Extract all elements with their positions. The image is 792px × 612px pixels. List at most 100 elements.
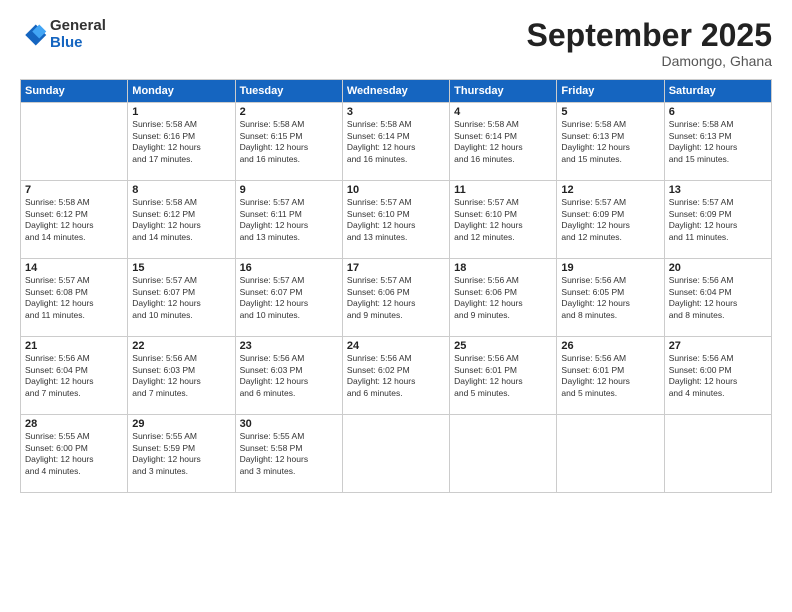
calendar-cell: 12Sunrise: 5:57 AM Sunset: 6:09 PM Dayli… bbox=[557, 181, 664, 259]
calendar-cell: 11Sunrise: 5:57 AM Sunset: 6:10 PM Dayli… bbox=[450, 181, 557, 259]
weekday-header-thursday: Thursday bbox=[450, 80, 557, 103]
calendar-cell: 14Sunrise: 5:57 AM Sunset: 6:08 PM Dayli… bbox=[21, 259, 128, 337]
calendar-cell: 29Sunrise: 5:55 AM Sunset: 5:59 PM Dayli… bbox=[128, 415, 235, 493]
calendar-cell: 26Sunrise: 5:56 AM Sunset: 6:01 PM Dayli… bbox=[557, 337, 664, 415]
calendar-cell: 9Sunrise: 5:57 AM Sunset: 6:11 PM Daylig… bbox=[235, 181, 342, 259]
weekday-header-friday: Friday bbox=[557, 80, 664, 103]
calendar-cell bbox=[21, 103, 128, 181]
day-info: Sunrise: 5:55 AM Sunset: 5:58 PM Dayligh… bbox=[240, 431, 338, 477]
day-info: Sunrise: 5:57 AM Sunset: 6:07 PM Dayligh… bbox=[240, 275, 338, 321]
day-info: Sunrise: 5:58 AM Sunset: 6:12 PM Dayligh… bbox=[132, 197, 230, 243]
weekday-header-wednesday: Wednesday bbox=[342, 80, 449, 103]
day-info: Sunrise: 5:56 AM Sunset: 6:03 PM Dayligh… bbox=[240, 353, 338, 399]
day-info: Sunrise: 5:56 AM Sunset: 6:02 PM Dayligh… bbox=[347, 353, 445, 399]
calendar: SundayMondayTuesdayWednesdayThursdayFrid… bbox=[20, 79, 772, 493]
day-number: 10 bbox=[347, 184, 445, 196]
calendar-cell: 22Sunrise: 5:56 AM Sunset: 6:03 PM Dayli… bbox=[128, 337, 235, 415]
day-info: Sunrise: 5:58 AM Sunset: 6:13 PM Dayligh… bbox=[669, 119, 767, 165]
day-info: Sunrise: 5:56 AM Sunset: 6:05 PM Dayligh… bbox=[561, 275, 659, 321]
calendar-cell: 20Sunrise: 5:56 AM Sunset: 6:04 PM Dayli… bbox=[664, 259, 771, 337]
day-info: Sunrise: 5:55 AM Sunset: 5:59 PM Dayligh… bbox=[132, 431, 230, 477]
day-info: Sunrise: 5:57 AM Sunset: 6:09 PM Dayligh… bbox=[561, 197, 659, 243]
weekday-header-monday: Monday bbox=[128, 80, 235, 103]
day-number: 5 bbox=[561, 106, 659, 118]
calendar-cell: 27Sunrise: 5:56 AM Sunset: 6:00 PM Dayli… bbox=[664, 337, 771, 415]
week-row-3: 14Sunrise: 5:57 AM Sunset: 6:08 PM Dayli… bbox=[21, 259, 772, 337]
calendar-cell: 8Sunrise: 5:58 AM Sunset: 6:12 PM Daylig… bbox=[128, 181, 235, 259]
month-title: September 2025 bbox=[527, 18, 772, 53]
day-number: 12 bbox=[561, 184, 659, 196]
logo-blue-text: Blue bbox=[50, 35, 106, 52]
day-info: Sunrise: 5:56 AM Sunset: 6:04 PM Dayligh… bbox=[669, 275, 767, 321]
day-number: 16 bbox=[240, 262, 338, 274]
day-info: Sunrise: 5:56 AM Sunset: 6:00 PM Dayligh… bbox=[669, 353, 767, 399]
day-number: 15 bbox=[132, 262, 230, 274]
calendar-cell: 3Sunrise: 5:58 AM Sunset: 6:14 PM Daylig… bbox=[342, 103, 449, 181]
day-info: Sunrise: 5:58 AM Sunset: 6:15 PM Dayligh… bbox=[240, 119, 338, 165]
day-number: 27 bbox=[669, 340, 767, 352]
calendar-cell: 6Sunrise: 5:58 AM Sunset: 6:13 PM Daylig… bbox=[664, 103, 771, 181]
calendar-cell: 2Sunrise: 5:58 AM Sunset: 6:15 PM Daylig… bbox=[235, 103, 342, 181]
day-info: Sunrise: 5:57 AM Sunset: 6:08 PM Dayligh… bbox=[25, 275, 123, 321]
location: Damongo, Ghana bbox=[527, 53, 772, 69]
day-number: 14 bbox=[25, 262, 123, 274]
calendar-cell: 1Sunrise: 5:58 AM Sunset: 6:16 PM Daylig… bbox=[128, 103, 235, 181]
calendar-cell: 5Sunrise: 5:58 AM Sunset: 6:13 PM Daylig… bbox=[557, 103, 664, 181]
day-number: 22 bbox=[132, 340, 230, 352]
calendar-cell: 23Sunrise: 5:56 AM Sunset: 6:03 PM Dayli… bbox=[235, 337, 342, 415]
calendar-cell bbox=[342, 415, 449, 493]
day-info: Sunrise: 5:57 AM Sunset: 6:09 PM Dayligh… bbox=[669, 197, 767, 243]
day-number: 21 bbox=[25, 340, 123, 352]
day-info: Sunrise: 5:57 AM Sunset: 6:11 PM Dayligh… bbox=[240, 197, 338, 243]
day-info: Sunrise: 5:58 AM Sunset: 6:12 PM Dayligh… bbox=[25, 197, 123, 243]
day-number: 4 bbox=[454, 106, 552, 118]
calendar-cell: 28Sunrise: 5:55 AM Sunset: 6:00 PM Dayli… bbox=[21, 415, 128, 493]
weekday-header-tuesday: Tuesday bbox=[235, 80, 342, 103]
logo-icon bbox=[20, 21, 48, 49]
week-row-2: 7Sunrise: 5:58 AM Sunset: 6:12 PM Daylig… bbox=[21, 181, 772, 259]
calendar-cell: 25Sunrise: 5:56 AM Sunset: 6:01 PM Dayli… bbox=[450, 337, 557, 415]
day-number: 29 bbox=[132, 418, 230, 430]
week-row-5: 28Sunrise: 5:55 AM Sunset: 6:00 PM Dayli… bbox=[21, 415, 772, 493]
day-info: Sunrise: 5:57 AM Sunset: 6:10 PM Dayligh… bbox=[454, 197, 552, 243]
day-number: 26 bbox=[561, 340, 659, 352]
calendar-cell bbox=[450, 415, 557, 493]
day-info: Sunrise: 5:57 AM Sunset: 6:06 PM Dayligh… bbox=[347, 275, 445, 321]
calendar-cell bbox=[557, 415, 664, 493]
calendar-header: SundayMondayTuesdayWednesdayThursdayFrid… bbox=[21, 80, 772, 103]
day-number: 2 bbox=[240, 106, 338, 118]
day-number: 28 bbox=[25, 418, 123, 430]
day-info: Sunrise: 5:56 AM Sunset: 6:01 PM Dayligh… bbox=[454, 353, 552, 399]
day-info: Sunrise: 5:55 AM Sunset: 6:00 PM Dayligh… bbox=[25, 431, 123, 477]
day-number: 19 bbox=[561, 262, 659, 274]
day-number: 20 bbox=[669, 262, 767, 274]
week-row-1: 1Sunrise: 5:58 AM Sunset: 6:16 PM Daylig… bbox=[21, 103, 772, 181]
title-block: September 2025 Damongo, Ghana bbox=[527, 18, 772, 69]
calendar-cell: 13Sunrise: 5:57 AM Sunset: 6:09 PM Dayli… bbox=[664, 181, 771, 259]
day-info: Sunrise: 5:58 AM Sunset: 6:13 PM Dayligh… bbox=[561, 119, 659, 165]
day-info: Sunrise: 5:57 AM Sunset: 6:10 PM Dayligh… bbox=[347, 197, 445, 243]
week-row-4: 21Sunrise: 5:56 AM Sunset: 6:04 PM Dayli… bbox=[21, 337, 772, 415]
day-info: Sunrise: 5:58 AM Sunset: 6:16 PM Dayligh… bbox=[132, 119, 230, 165]
calendar-cell: 30Sunrise: 5:55 AM Sunset: 5:58 PM Dayli… bbox=[235, 415, 342, 493]
day-number: 24 bbox=[347, 340, 445, 352]
calendar-cell: 10Sunrise: 5:57 AM Sunset: 6:10 PM Dayli… bbox=[342, 181, 449, 259]
calendar-cell: 4Sunrise: 5:58 AM Sunset: 6:14 PM Daylig… bbox=[450, 103, 557, 181]
weekday-header-saturday: Saturday bbox=[664, 80, 771, 103]
day-number: 6 bbox=[669, 106, 767, 118]
logo: General Blue bbox=[20, 18, 106, 51]
day-number: 30 bbox=[240, 418, 338, 430]
day-info: Sunrise: 5:56 AM Sunset: 6:03 PM Dayligh… bbox=[132, 353, 230, 399]
day-number: 23 bbox=[240, 340, 338, 352]
day-number: 25 bbox=[454, 340, 552, 352]
day-info: Sunrise: 5:56 AM Sunset: 6:01 PM Dayligh… bbox=[561, 353, 659, 399]
calendar-cell: 18Sunrise: 5:56 AM Sunset: 6:06 PM Dayli… bbox=[450, 259, 557, 337]
logo-general-text: General bbox=[50, 18, 106, 35]
day-number: 7 bbox=[25, 184, 123, 196]
day-number: 11 bbox=[454, 184, 552, 196]
day-number: 17 bbox=[347, 262, 445, 274]
day-number: 13 bbox=[669, 184, 767, 196]
calendar-cell: 17Sunrise: 5:57 AM Sunset: 6:06 PM Dayli… bbox=[342, 259, 449, 337]
day-number: 9 bbox=[240, 184, 338, 196]
calendar-cell: 21Sunrise: 5:56 AM Sunset: 6:04 PM Dayli… bbox=[21, 337, 128, 415]
